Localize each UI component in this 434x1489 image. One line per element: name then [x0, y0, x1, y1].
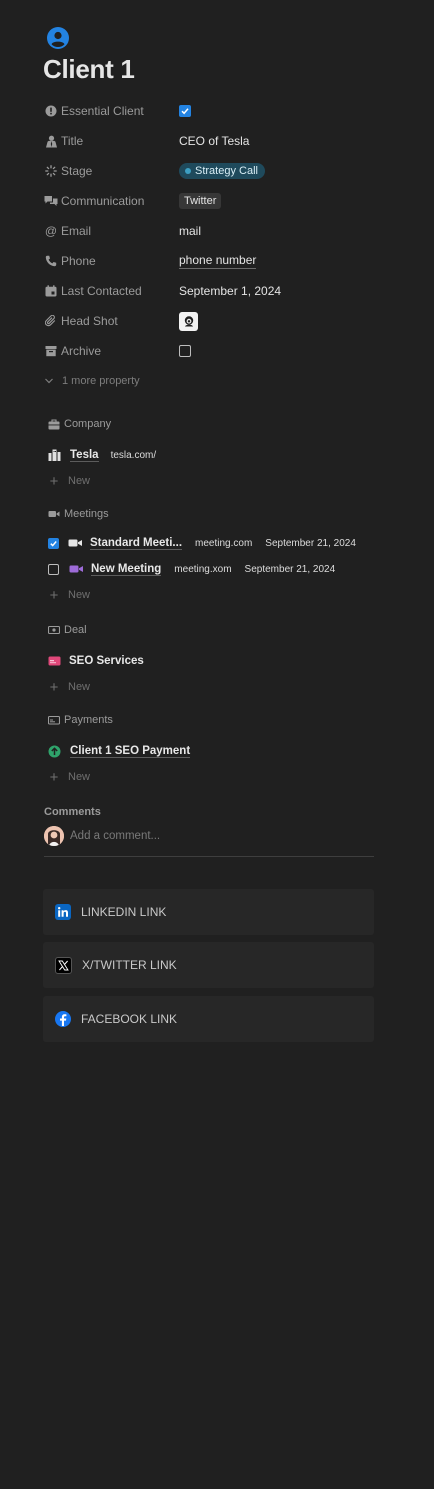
property-head-shot[interactable]: Head Shot — [44, 306, 384, 336]
deal-section: Deal SEO Services + New — [48, 622, 388, 700]
section-title: Payments — [64, 714, 113, 726]
avatar — [44, 826, 64, 846]
facebook-link-card[interactable]: FACEBOOK LINK — [43, 996, 374, 1042]
credit-card-icon — [48, 656, 61, 666]
status-dot — [185, 168, 191, 174]
head-shot-thumbnail[interactable] — [179, 311, 198, 331]
meetings-section: Meetings Standard Meeti... meeting.com S… — [48, 506, 388, 608]
phone-icon — [44, 254, 58, 268]
plus-icon: + — [49, 768, 59, 786]
loader-icon — [44, 164, 58, 178]
linkedin-link-card[interactable]: LINKEDIN LINK — [43, 889, 374, 935]
video-camera-icon — [48, 508, 60, 520]
deal-new-button[interactable]: + New — [48, 674, 388, 700]
page-title[interactable]: Client 1 — [43, 54, 135, 85]
property-label: Essential Client — [61, 104, 144, 118]
communication-tag[interactable]: Twitter — [179, 193, 222, 209]
meeting-name[interactable]: New Meeting — [91, 563, 162, 576]
property-phone[interactable]: Phone phone number — [44, 246, 384, 276]
property-title[interactable]: Title CEO of Tesla — [44, 126, 384, 156]
chevron-down-icon — [44, 376, 58, 386]
more-properties-label: 1 more property — [62, 375, 140, 387]
link-label: FACEBOOK LINK — [81, 1012, 178, 1026]
email-value[interactable]: mail — [179, 224, 201, 238]
section-title: Deal — [64, 624, 87, 636]
comments-title: Comments — [44, 806, 101, 818]
payment-name[interactable]: Client 1 SEO Payment — [70, 745, 191, 758]
property-label: Communication — [61, 194, 145, 208]
plus-icon: + — [49, 472, 59, 490]
company-name[interactable]: Tesla — [70, 449, 99, 462]
video-camera-icon — [69, 564, 84, 574]
comment-composer[interactable]: Add a comment... — [44, 826, 374, 857]
property-archive[interactable]: Archive — [44, 336, 384, 366]
property-label: Head Shot — [61, 314, 118, 328]
property-label: Email — [61, 224, 92, 238]
video-camera-icon — [68, 538, 83, 548]
phone-value[interactable]: phone number — [179, 253, 257, 269]
property-last-contacted[interactable]: Last Contacted September 1, 2024 — [44, 276, 384, 306]
payments-section: Payments Client 1 SEO Payment + New — [48, 712, 388, 790]
building-icon — [48, 449, 62, 461]
x-twitter-link-card[interactable]: X/TWITTER LINK — [43, 942, 374, 988]
comment-input[interactable]: Add a comment... — [70, 830, 160, 842]
archive-box-icon — [44, 344, 58, 358]
at-icon: @ — [44, 224, 58, 238]
archive-checkbox[interactable] — [179, 345, 191, 357]
property-stage[interactable]: Stage Strategy Call — [44, 156, 384, 186]
x-twitter-icon — [55, 956, 72, 974]
alert-circle-icon — [44, 104, 58, 118]
meeting-url[interactable]: meeting.com — [195, 538, 252, 549]
meeting-date: September 21, 2024 — [244, 563, 336, 575]
payment-item[interactable]: Client 1 SEO Payment — [48, 738, 388, 764]
more-properties-toggle[interactable]: 1 more property — [44, 366, 384, 396]
meetings-new-button[interactable]: + New — [48, 582, 388, 608]
section-title: Meetings — [64, 508, 109, 520]
plus-icon: + — [49, 586, 59, 604]
property-label: Title — [61, 134, 84, 148]
user-circle-icon[interactable] — [47, 27, 69, 49]
company-item-tesla[interactable]: Tesla tesla.com/ — [48, 442, 388, 468]
property-label: Last Contacted — [61, 284, 142, 298]
meeting-row[interactable]: Standard Meeti... meeting.com September … — [48, 530, 388, 556]
meeting-url[interactable]: meeting.xom — [174, 564, 231, 575]
company-new-button[interactable]: + New — [48, 468, 388, 494]
meeting-done-checkbox[interactable] — [48, 563, 59, 575]
last-contacted-value[interactable]: September 1, 2024 — [179, 284, 281, 298]
arrow-up-circle-icon — [48, 745, 61, 758]
properties-panel: Essential Client Title CEO of Tesla Stag… — [44, 96, 384, 396]
deal-item[interactable]: SEO Services — [48, 648, 388, 674]
meeting-done-checkbox[interactable] — [48, 537, 59, 549]
comments-section: Comments Add a comment... — [44, 806, 374, 857]
card-icon — [48, 714, 60, 726]
property-essential-client[interactable]: Essential Client — [44, 96, 384, 126]
property-communication[interactable]: Communication Twitter — [44, 186, 384, 216]
plus-icon: + — [49, 678, 59, 696]
chat-bubbles-icon — [44, 194, 58, 208]
payments-new-button[interactable]: + New — [48, 764, 388, 790]
deal-name[interactable]: SEO Services — [69, 655, 144, 667]
stage-status-badge[interactable]: Strategy Call — [179, 163, 265, 179]
property-label: Archive — [61, 344, 102, 358]
link-label: X/TWITTER LINK — [82, 958, 177, 972]
title-value[interactable]: CEO of Tesla — [179, 134, 249, 148]
linkedin-icon — [55, 904, 71, 920]
facebook-icon — [55, 1011, 71, 1027]
property-label: Stage — [61, 164, 93, 178]
briefcase-icon — [48, 418, 60, 430]
company-section: Company Tesla tesla.com/ + New — [48, 416, 388, 494]
meeting-date: September 21, 2024 — [265, 537, 356, 549]
meeting-row[interactable]: New Meeting meeting.xom September 21, 20… — [48, 556, 388, 582]
link-label: LINKEDIN LINK — [81, 905, 167, 919]
company-website[interactable]: tesla.com/ — [111, 450, 157, 461]
money-icon — [48, 624, 60, 636]
essential-client-checkbox[interactable] — [179, 105, 191, 117]
property-label: Phone — [61, 254, 96, 268]
property-email[interactable]: @ Email mail — [44, 216, 384, 246]
person-icon — [44, 134, 58, 148]
paperclip-icon — [44, 314, 58, 328]
section-title: Company — [64, 418, 112, 430]
meeting-name[interactable]: Standard Meeti... — [90, 537, 183, 550]
calendar-icon — [44, 284, 58, 298]
